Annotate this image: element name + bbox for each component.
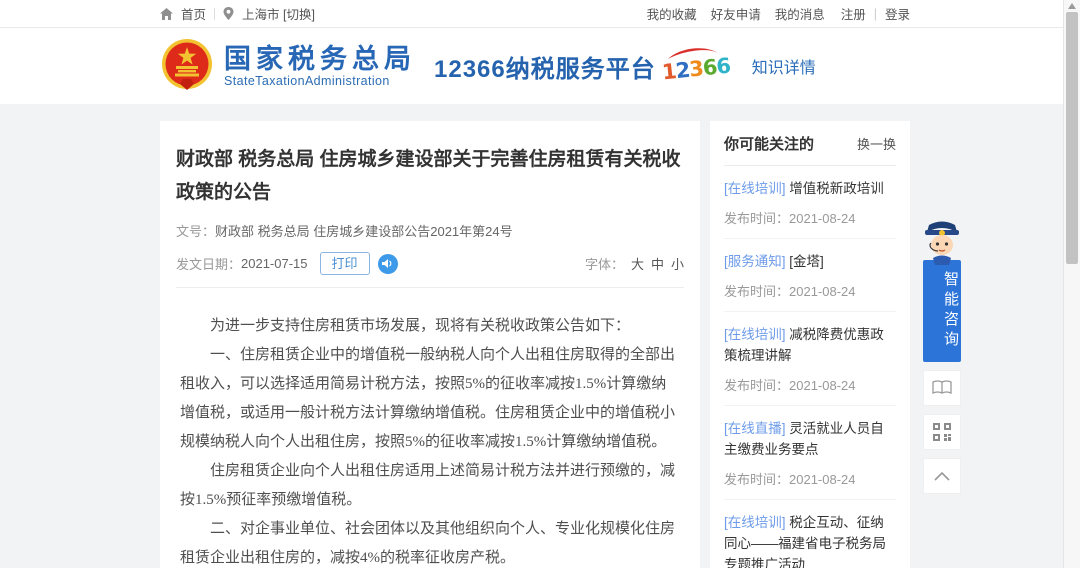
home-icon <box>160 8 173 20</box>
item-category-tag: [在线培训] <box>724 327 786 342</box>
page-label: 知识详情 <box>752 54 816 78</box>
font-size-options: 大中小 <box>631 254 684 273</box>
qr-code-icon[interactable] <box>923 414 961 450</box>
item-title: 增值税新政培训 <box>789 181 884 196</box>
item-title: [金塔] <box>789 254 824 269</box>
publish-date-value: 2021-07-15 <box>241 256 308 271</box>
topbar-link[interactable]: 好友申请 <box>711 4 761 23</box>
publish-date-value: 2021-08-24 <box>789 378 856 393</box>
logo-digit: 6 <box>715 54 731 79</box>
topbar-link[interactable]: 我的消息 <box>775 4 825 23</box>
divider: | <box>874 7 877 21</box>
publish-date-value: 2021-08-24 <box>789 472 856 487</box>
list-item[interactable]: [在线培训] 税企互动、征纳同心——福建省电子税务局专题推广活动 发布时间：20… <box>724 500 896 568</box>
publish-date-label: 发布时间： <box>724 472 789 487</box>
font-size-option[interactable]: 大 <box>631 254 644 273</box>
back-to-top-button[interactable] <box>923 458 961 494</box>
article-body: 为进一步支持住房租赁市场发展，现将有关税收政策公告如下：一、住房租赁企业中的增值… <box>176 288 684 568</box>
location-switch-link[interactable]: 上海市 [切换] <box>242 4 315 23</box>
item-publish-date: 发布时间：2021-08-24 <box>724 281 896 300</box>
text-to-speech-icon[interactable] <box>378 254 398 274</box>
recommendations-panel: 你可能关注的 换一换 [在线培训] 增值税新政培训 发布时间：2021-08-2… <box>710 121 910 568</box>
floating-toolbar: 智能咨询 <box>922 218 962 494</box>
page-scrollbar[interactable] <box>1063 0 1080 568</box>
item-publish-date: 发布时间：2021-08-24 <box>724 375 896 394</box>
scrollbar-thumb[interactable] <box>1066 12 1078 264</box>
list-item[interactable]: [在线培训] 增值税新政培训 发布时间：2021-08-24 <box>724 166 896 239</box>
publish-date-value: 2021-08-24 <box>789 211 856 226</box>
topbar-links: 我的收藏好友申请我的消息 <box>647 4 825 23</box>
item-category-tag: [在线培训] <box>724 515 786 530</box>
print-button[interactable]: 打印 <box>320 252 370 275</box>
topbar-link[interactable]: 我的收藏 <box>647 4 697 23</box>
publish-date-label: 发布时间： <box>724 378 789 393</box>
font-size-label: 字体： <box>585 254 624 273</box>
publish-date-label: 发布时间： <box>724 284 789 299</box>
doc-number-value: 财政部 税务总局 住房城乡建设部公告2021年第24号 <box>215 221 513 240</box>
article-paragraph: 二、对企事业单位、社会团体以及其他组织向个人、专业化规模化住房租赁企业出租住房的… <box>180 515 680 568</box>
knowledge-book-icon[interactable] <box>923 370 961 406</box>
list-item[interactable]: [服务通知] [金塔] 发布时间：2021-08-24 <box>724 239 896 312</box>
home-link[interactable]: 首页 <box>181 4 206 23</box>
register-link[interactable]: 注册 <box>841 4 866 23</box>
doc-number-row: 文号： 财政部 税务总局 住房城乡建设部公告2021年第24号 <box>176 221 684 240</box>
tax-mascot-icon <box>919 218 965 265</box>
article-panel: 财政部 税务总局 住房城乡建设部关于完善住房租赁有关税收政策的公告 文号： 财政… <box>160 121 700 568</box>
national-emblem-logo <box>160 38 214 94</box>
font-size-option[interactable]: 中 <box>651 254 664 273</box>
top-bar: 首页 上海市 [切换] 我的收藏好友申请我的消息 注册 | 登录 <box>0 0 1080 28</box>
article-title: 财政部 税务总局 住房城乡建设部关于完善住房租赁有关税收政策的公告 <box>176 143 684 209</box>
article-paragraph: 一、住房租赁企业中的增值税一般纳税人向个人出租住房取得的全部出租收入，可以选择适… <box>180 341 680 457</box>
publish-date-label: 发布时间： <box>724 211 789 226</box>
org-name-en: StateTaxationAdministration <box>224 74 416 88</box>
location-pin-icon <box>223 7 234 20</box>
article-paragraph: 为进一步支持住房租赁市场发展，现将有关税收政策公告如下： <box>180 312 680 341</box>
site-header: 国家税务总局 StateTaxationAdministration 12366… <box>0 28 1080 104</box>
item-category-tag: [服务通知] <box>724 254 786 269</box>
publish-date-row: 发文日期： 2021-07-15 打印 字体： 大中小 <box>176 252 684 275</box>
org-name-cn: 国家税务总局 <box>224 44 416 74</box>
item-category-tag: [在线直播] <box>724 421 786 436</box>
item-publish-date: 发布时间：2021-08-24 <box>724 208 896 227</box>
doc-number-label: 文号： <box>176 221 215 240</box>
publish-date-label: 发文日期： <box>176 254 241 273</box>
font-size-option[interactable]: 小 <box>671 254 684 273</box>
recommendations-title: 你可能关注的 <box>724 133 814 154</box>
platform-title: 12366纳税服务平台 <box>434 49 656 84</box>
list-item[interactable]: [在线直播] 灵活就业人员自主缴费业务要点 发布时间：2021-08-24 <box>724 406 896 500</box>
list-item[interactable]: [在线培训] 减税降费优惠政策梳理讲解 发布时间：2021-08-24 <box>724 312 896 406</box>
article-paragraph: 住房租赁企业向个人出租住房适用上述简易计税方法并进行预缴的，减按1.5%预征率预… <box>180 457 680 515</box>
scroll-up-arrow-icon[interactable] <box>1068 3 1076 9</box>
recommendations-list: [在线培训] 增值税新政培训 发布时间：2021-08-24 [服务通知] [金… <box>724 166 896 568</box>
refresh-recommendations-button[interactable]: 换一换 <box>857 134 896 153</box>
divider <box>214 8 215 20</box>
smart-consult-button[interactable]: 智能咨询 <box>923 260 961 362</box>
publish-date-value: 2021-08-24 <box>789 284 856 299</box>
login-link[interactable]: 登录 <box>885 4 910 23</box>
item-publish-date: 发布时间：2021-08-24 <box>724 469 896 488</box>
logo-12366-icon: 12366 <box>662 43 724 89</box>
item-category-tag: [在线培训] <box>724 181 786 196</box>
